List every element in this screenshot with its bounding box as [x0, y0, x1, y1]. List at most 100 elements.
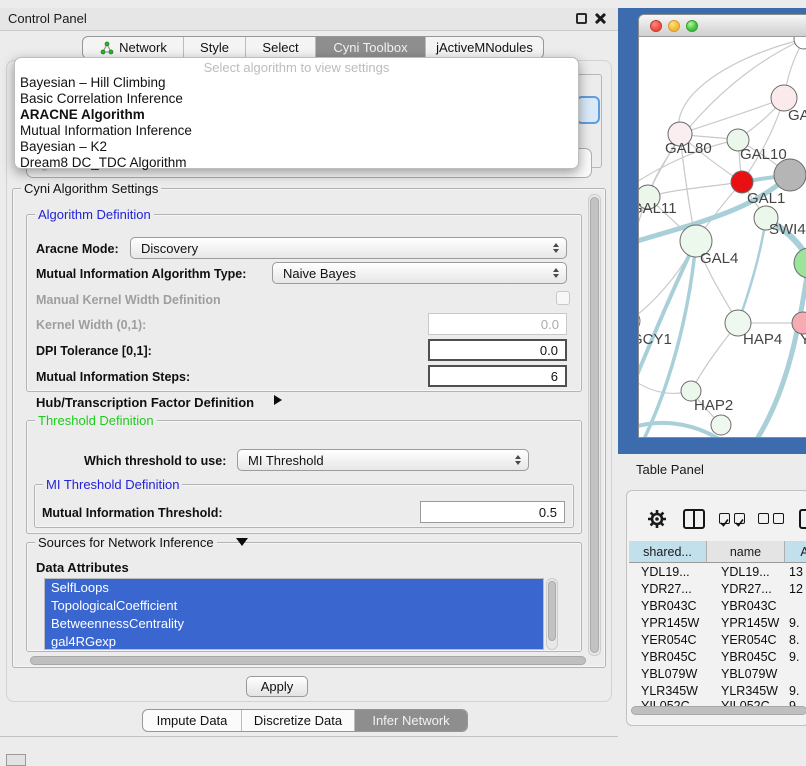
mi-steps-field[interactable]: 6 — [428, 365, 567, 387]
svg-text:SWI4: SWI4 — [769, 221, 806, 238]
table-cell[interactable]: 8. — [789, 632, 799, 649]
svg-text:GAL80: GAL80 — [665, 140, 712, 157]
svg-text:GAL11: GAL11 — [639, 200, 677, 217]
attribute-item[interactable]: TopologicalCoefficient — [45, 597, 543, 615]
table-cell[interactable]: YBR043C — [641, 598, 697, 615]
kernel-width-field[interactable]: 0.0 — [428, 313, 567, 335]
zoom-window-button[interactable] — [686, 20, 698, 32]
control-panel-title: Control Panel — [8, 11, 87, 26]
table-cell[interactable]: YDL19... — [721, 564, 770, 581]
tab-network[interactable]: Network — [83, 37, 183, 58]
close-window-button[interactable] — [650, 20, 662, 32]
table-cell[interactable]: YIL052C — [721, 698, 770, 706]
attribute-item[interactable]: SelfLoops — [45, 579, 543, 597]
table-cell[interactable]: 9 — [789, 698, 796, 706]
deselect-all-icon[interactable] — [773, 513, 784, 524]
attribute-item[interactable]: gal4RGexp — [45, 633, 543, 650]
dropdown-item[interactable]: Mutual Information Inference — [15, 123, 578, 139]
column-header-name[interactable]: name — [707, 541, 785, 563]
which-threshold-combo[interactable]: MI Threshold — [237, 449, 529, 471]
table-cell[interactable]: 12 — [789, 581, 803, 598]
svg-text:Y: Y — [800, 331, 806, 348]
float-window-icon[interactable] — [576, 13, 587, 24]
settings-scrollbar[interactable] — [588, 194, 601, 656]
aracne-mode-combo[interactable]: Discovery — [130, 237, 567, 259]
minimized-panel-button[interactable] — [6, 754, 26, 766]
table-cell[interactable]: YBR045C — [721, 649, 777, 666]
network-window-titlebar[interactable] — [639, 15, 806, 37]
control-panel-titlebar: Control Panel — [0, 8, 618, 31]
data-attributes-label: Data Attributes — [36, 560, 129, 575]
attributes-scrollbar-thumb[interactable] — [548, 581, 556, 641]
tab-select[interactable]: Select — [245, 37, 315, 58]
tab-jactivemnodules[interactable]: jActiveMNodules — [425, 37, 543, 58]
mi-threshold-field[interactable]: 0.5 — [420, 501, 565, 523]
dpi-tolerance-label: DPI Tolerance [0,1]: — [36, 344, 152, 358]
data-attributes-list: SelfLoops TopologicalCoefficient Between… — [44, 578, 544, 650]
show-columns-icon[interactable] — [683, 509, 705, 529]
apply-button[interactable]: Apply — [246, 676, 308, 697]
table-panel-title: Table Panel — [636, 462, 704, 477]
table-cell[interactable]: YPR145W — [721, 615, 779, 632]
control-panel-tabs: Network Style Select Cyni Toolbox jActiv… — [82, 36, 544, 59]
settings-hscrollbar[interactable] — [30, 656, 586, 665]
minimize-window-button[interactable] — [668, 20, 680, 32]
column-header-clipped[interactable]: A — [785, 541, 806, 563]
dropdown-item[interactable]: Bayesian – Hill Climbing — [15, 75, 578, 91]
attributes-scrollbar[interactable] — [546, 578, 558, 650]
table-cell[interactable]: YDR27... — [721, 581, 772, 598]
settings-legend: Cyni Algorithm Settings — [21, 181, 161, 196]
table-cell[interactable]: YBL079W — [641, 666, 697, 683]
node[interactable] — [794, 248, 806, 278]
table-cell[interactable]: 9. — [789, 649, 799, 666]
tab-discretize-data[interactable]: Discretize Data — [241, 710, 354, 731]
attribute-item[interactable]: BetweennessCentrality — [45, 615, 543, 633]
table-cell[interactable]: YBR045C — [641, 649, 697, 666]
dropdown-item-selected[interactable]: ARACNE Algorithm — [15, 107, 578, 123]
mi-threshold-label: Mutual Information Threshold: — [42, 506, 223, 520]
table-cell[interactable]: YER054C — [721, 632, 777, 649]
focused-combo-stepper-fragment[interactable] — [576, 96, 600, 124]
table-cell[interactable]: YDR27... — [641, 581, 692, 598]
manual-kernel-width-checkbox[interactable] — [556, 291, 570, 305]
gear-icon[interactable] — [647, 509, 667, 529]
table-cell[interactable]: 13 — [789, 564, 803, 581]
expand-arrow-icon[interactable] — [274, 395, 282, 405]
sources-legend: Sources for Network Inference — [35, 535, 217, 550]
node[interactable] — [794, 37, 806, 49]
table-cell[interactable]: YBL079W — [721, 666, 777, 683]
table-cell[interactable]: YPR145W — [641, 615, 699, 632]
table-cell[interactable]: YBR043C — [721, 598, 777, 615]
table-options-icon[interactable] — [799, 509, 806, 529]
table-hscrollbar[interactable] — [631, 706, 806, 715]
table-cell[interactable]: YDL19... — [641, 564, 690, 581]
select-all-icon[interactable] — [734, 513, 745, 524]
table-cell[interactable]: YER054C — [641, 632, 697, 649]
svg-text:GCY1: GCY1 — [639, 331, 672, 348]
dropdown-item[interactable]: Basic Correlation Inference — [15, 91, 578, 107]
dpi-tolerance-field[interactable]: 0.0 — [428, 339, 567, 361]
tab-infer-network[interactable]: Infer Network — [354, 710, 467, 731]
deselect-all-icon[interactable] — [758, 513, 769, 524]
settings-scrollbar-thumb[interactable] — [590, 197, 599, 653]
svg-text:GAL10: GAL10 — [740, 146, 787, 163]
threshold-legend: Threshold Definition — [35, 413, 157, 428]
column-header-shared[interactable]: shared... — [629, 541, 707, 563]
node[interactable] — [711, 415, 731, 435]
tab-impute-data[interactable]: Impute Data — [143, 710, 241, 731]
network-canvas[interactable]: GAL7 GAL80 GAL10 GAL1 GAL11 SWI4 GAL4 GC… — [639, 37, 806, 438]
table-cell[interactable]: YIL052C — [641, 698, 690, 706]
mi-algorithm-type-combo[interactable]: Naive Bayes — [272, 262, 567, 284]
table-cell[interactable]: 9. — [789, 615, 799, 632]
tab-cyni-toolbox[interactable]: Cyni Toolbox — [315, 37, 425, 58]
algorithm-dropdown-popup: Select algorithm to view settings Bayesi… — [14, 57, 579, 169]
select-all-icon[interactable] — [719, 513, 730, 524]
mi-algorithm-type-label: Mutual Information Algorithm Type: — [36, 267, 246, 281]
tab-style[interactable]: Style — [183, 37, 245, 58]
node[interactable] — [774, 159, 806, 191]
dropdown-item[interactable]: Dream8 DC_TDC Algorithm — [15, 155, 578, 171]
network-view-window: GAL7 GAL80 GAL10 GAL1 GAL11 SWI4 GAL4 GC… — [638, 14, 806, 438]
close-panel-icon[interactable] — [594, 12, 606, 24]
dropdown-item[interactable]: Bayesian – K2 — [15, 139, 578, 155]
collapse-arrow-icon[interactable] — [236, 538, 248, 546]
